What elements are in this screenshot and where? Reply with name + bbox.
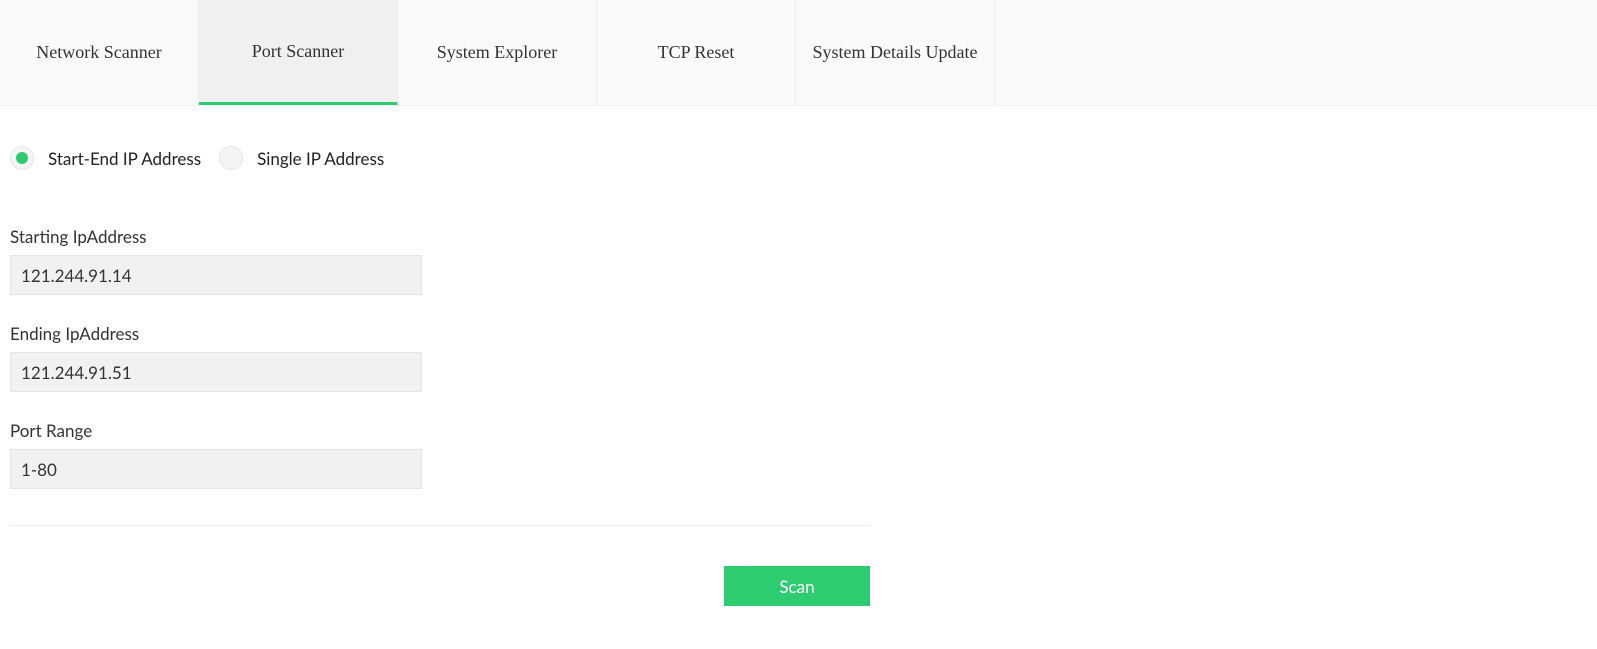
tab-tcp-reset[interactable]: TCP Reset <box>597 0 796 105</box>
tab-system-explorer[interactable]: System Explorer <box>398 0 597 105</box>
port-range-field-group: Port Range <box>10 420 860 489</box>
port-scanner-panel: Start-End IP Address Single IP Address S… <box>0 106 870 626</box>
port-range-label: Port Range <box>10 420 860 441</box>
radio-label: Start-End IP Address <box>48 148 201 169</box>
radio-dot-icon <box>219 146 243 170</box>
radio-label: Single IP Address <box>257 148 384 169</box>
ending-ip-input[interactable] <box>10 352 422 392</box>
ending-ip-label: Ending IpAddress <box>10 323 860 344</box>
scan-button[interactable]: Scan <box>724 566 870 606</box>
ip-mode-radio-group: Start-End IP Address Single IP Address <box>10 146 860 170</box>
actions-row: Scan <box>10 566 870 606</box>
tab-port-scanner[interactable]: Port Scanner <box>199 0 398 105</box>
radio-single-ip[interactable]: Single IP Address <box>219 146 384 170</box>
starting-ip-label: Starting IpAddress <box>10 226 860 247</box>
starting-ip-field-group: Starting IpAddress <box>10 226 860 295</box>
radio-start-end-ip[interactable]: Start-End IP Address <box>10 146 201 170</box>
port-range-input[interactable] <box>10 449 422 489</box>
starting-ip-input[interactable] <box>10 255 422 295</box>
radio-dot-icon <box>10 146 34 170</box>
tab-network-scanner[interactable]: Network Scanner <box>0 0 199 105</box>
tab-system-details-update[interactable]: System Details Update <box>796 0 995 105</box>
ending-ip-field-group: Ending IpAddress <box>10 323 860 392</box>
tab-bar: Network Scanner Port Scanner System Expl… <box>0 0 1597 106</box>
divider <box>10 525 870 526</box>
